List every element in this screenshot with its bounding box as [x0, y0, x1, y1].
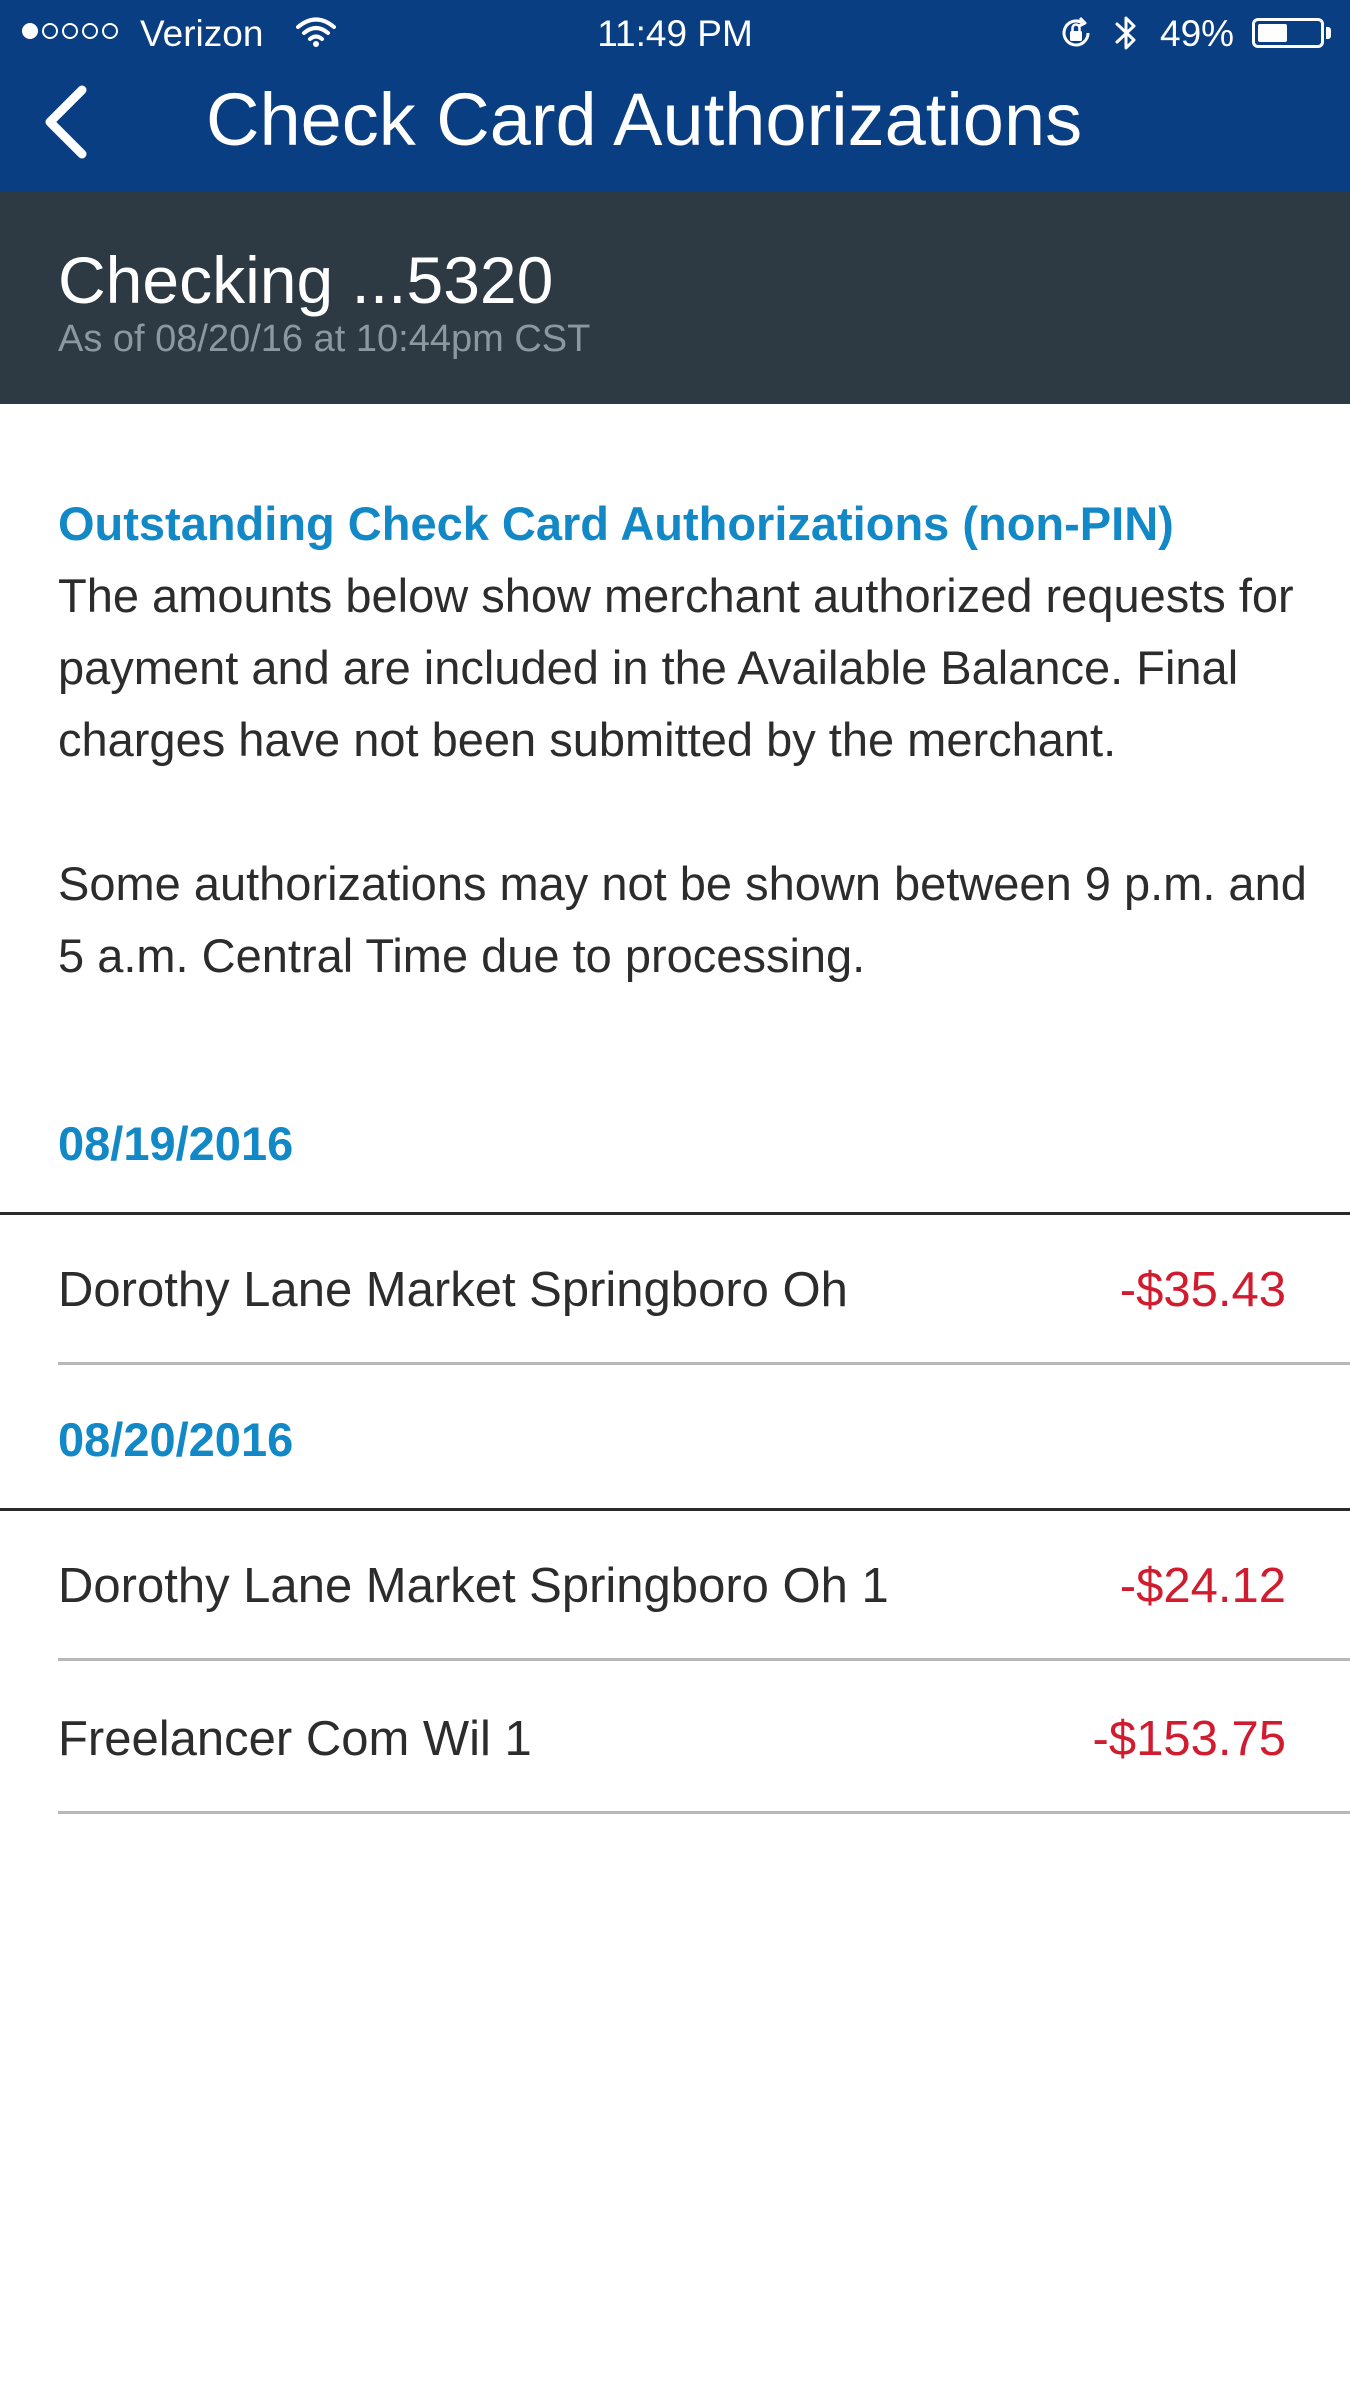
- intro-paragraph: The amounts below show merchant authoriz…: [58, 569, 1294, 766]
- account-name: Checking ...5320: [58, 243, 554, 317]
- transaction-merchant: Dorothy Lane Market Springboro Oh: [58, 1263, 848, 1317]
- battery-level-fill: [1258, 24, 1288, 42]
- transaction-merchant: Dorothy Lane Market Springboro Oh 1: [58, 1559, 889, 1613]
- battery-cap: [1326, 27, 1331, 39]
- date-header: 08/19/2016: [58, 1117, 294, 1170]
- battery-percentage: 49%: [1160, 13, 1235, 54]
- status-time: 11:49 PM: [597, 13, 753, 54]
- date-header: 08/20/2016: [58, 1413, 294, 1466]
- transaction-row[interactable]: Freelancer Com Wil 1 -$153.75: [0, 1664, 1350, 1814]
- row-divider: [58, 1811, 1350, 1814]
- status-bar: Verizon 11:49 PM 49%: [0, 0, 1350, 66]
- transaction-row[interactable]: Dorothy Lane Market Springboro Oh 1 -$24…: [0, 1511, 1350, 1661]
- transaction-row[interactable]: Dorothy Lane Market Springboro Oh -$35.4…: [0, 1215, 1350, 1365]
- back-button[interactable]: [38, 82, 98, 162]
- top-bar: Verizon 11:49 PM 49% Check Card Authoriz…: [0, 0, 1350, 192]
- processing-notice: Some authorizations may not be shown bet…: [58, 857, 1307, 982]
- battery-icon: [1252, 18, 1324, 48]
- transaction-amount: -$24.12: [1119, 1559, 1286, 1613]
- transaction-amount: -$153.75: [1092, 1712, 1286, 1766]
- row-divider: [58, 1362, 1350, 1365]
- account-header: Checking ...5320 As of 08/20/16 at 10:44…: [0, 192, 1350, 404]
- rotation-lock-icon: [1062, 16, 1090, 47]
- transaction-amount: -$35.43: [1119, 1263, 1286, 1317]
- account-as-of: As of 08/20/16 at 10:44pm CST: [58, 318, 591, 360]
- bluetooth-icon: [1115, 16, 1136, 50]
- page-title: Check Card Authorizations: [206, 78, 1083, 161]
- transaction-merchant: Freelancer Com Wil 1: [58, 1712, 532, 1766]
- row-divider: [58, 1658, 1350, 1661]
- section-heading: Outstanding Check Card Authorizations (n…: [58, 497, 1174, 550]
